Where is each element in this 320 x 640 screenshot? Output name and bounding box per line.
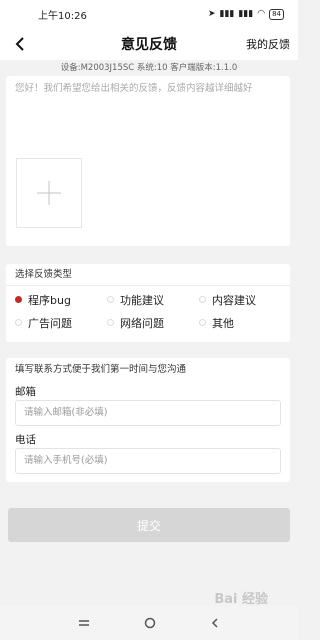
watermark: Bai 经验 [214, 592, 268, 607]
radio-icon [199, 296, 206, 303]
wifi-icon: ◠ [257, 9, 266, 19]
radio-checked-icon [15, 296, 22, 303]
location-icon: ➤ [207, 9, 216, 19]
status-time: 上午10:26 [38, 10, 87, 22]
type-option-content[interactable]: 内容建议 [199, 291, 291, 308]
email-field[interactable]: 请输入邮箱(非必填) [15, 400, 281, 426]
page-title: 意见反馈 [121, 37, 177, 53]
type-option-bug[interactable]: 程序bug [15, 291, 107, 308]
type-option-label: 网络问题 [120, 316, 164, 330]
type-option-label: 功能建议 [120, 293, 164, 307]
phone-label: 电话 [15, 434, 36, 446]
feedback-type-section: 选择反馈类型 程序bug 功能建议 内容建议 广告问题 网络问题 其他 [6, 264, 290, 342]
type-option-ads[interactable]: 广告问题 [15, 314, 107, 331]
add-photo-button[interactable] [16, 158, 82, 228]
back-nav-icon[interactable] [209, 617, 221, 629]
feedback-placeholder: 您好！我们希望您给出相关的反馈，反馈内容越详细越好 [15, 83, 253, 94]
status-bar: 上午10:26 ➤ ▮▮▮ ▮▮▮ ◠ 84 [0, 0, 298, 28]
type-option-network[interactable]: 网络问题 [107, 314, 199, 331]
feedback-textarea[interactable]: 您好！我们希望您给出相关的反馈，反馈内容越详细越好 [6, 76, 290, 246]
signal-icon: ▮▮▮ [219, 9, 235, 19]
submit-button[interactable]: 提交 [8, 508, 290, 542]
device-info: 设备:M2003J15SC 系统:10 客户端版本:1.1.0 [60, 63, 238, 73]
battery-icon: 84 [269, 8, 284, 20]
type-option-label: 程序bug [28, 293, 71, 307]
contact-section: 填写联系方式便于我们第一时间与您沟通 邮箱 请输入邮箱(非必填) 电话 请输入手… [6, 358, 290, 482]
feedback-type-title: 选择反馈类型 [6, 264, 290, 286]
type-option-feature[interactable]: 功能建议 [107, 291, 199, 308]
my-feedback-link[interactable]: 我的反馈 [246, 36, 290, 52]
type-option-label: 其他 [212, 316, 234, 330]
system-nav-bar [0, 606, 298, 640]
email-label: 邮箱 [15, 386, 36, 398]
radio-icon [15, 319, 22, 326]
home-icon[interactable] [144, 617, 156, 629]
add-photo-icon [37, 181, 61, 205]
signal-icon: ▮▮▮ [238, 9, 254, 19]
radio-icon [107, 296, 114, 303]
type-option-other[interactable]: 其他 [199, 314, 291, 331]
radio-icon [107, 319, 114, 326]
type-option-label: 内容建议 [212, 293, 256, 307]
nav-bar: 意见反馈 我的反馈 [0, 28, 298, 60]
menu-icon[interactable] [77, 618, 91, 628]
radio-icon [199, 319, 206, 326]
type-option-label: 广告问题 [28, 316, 72, 330]
feedback-type-options: 程序bug 功能建议 内容建议 广告问题 网络问题 其他 [6, 286, 290, 336]
phone-field[interactable]: 请输入手机号(必填) [15, 448, 281, 474]
back-icon[interactable] [8, 32, 32, 56]
status-icons: ➤ ▮▮▮ ▮▮▮ ◠ 84 [207, 8, 284, 20]
contact-title: 填写联系方式便于我们第一时间与您沟通 [15, 364, 187, 375]
